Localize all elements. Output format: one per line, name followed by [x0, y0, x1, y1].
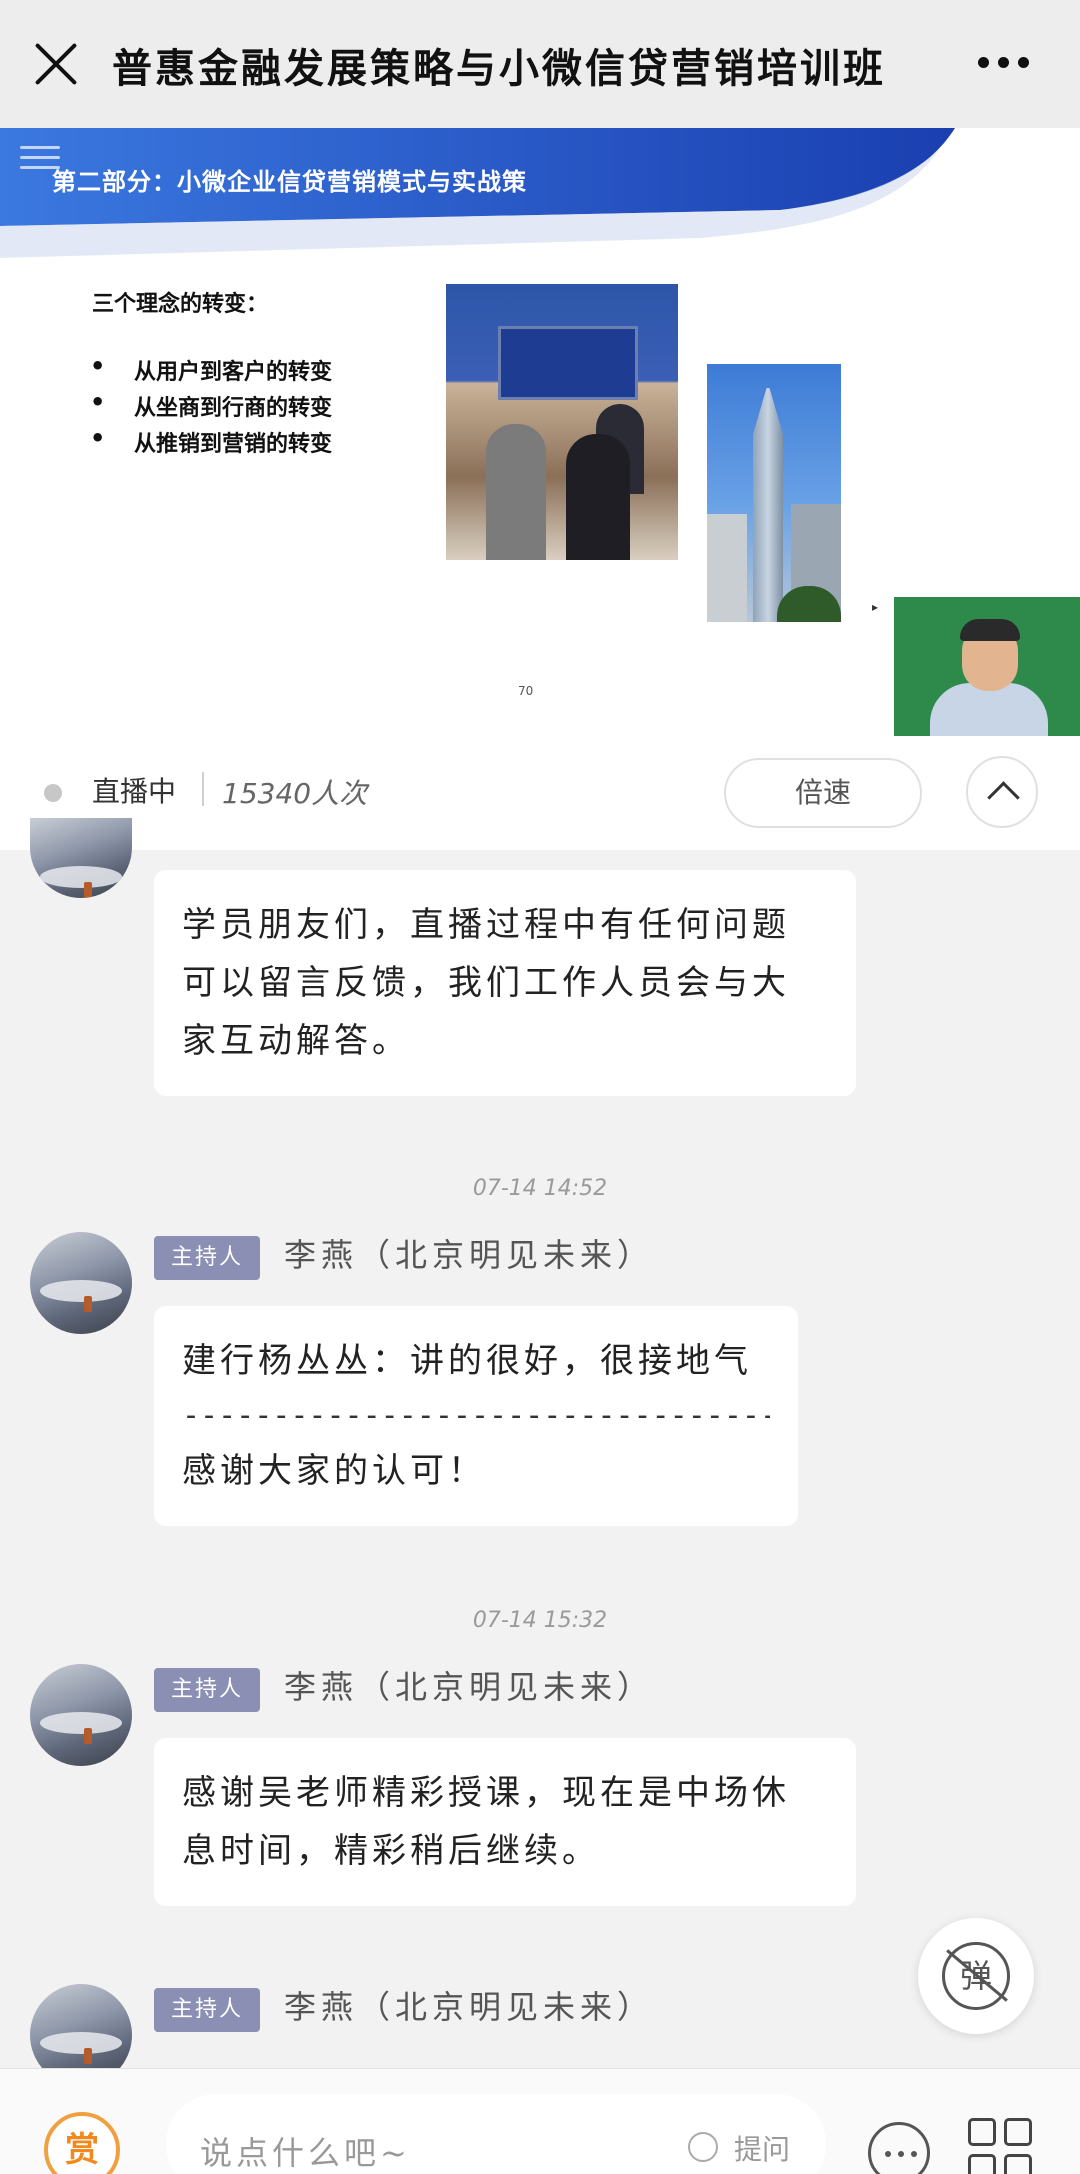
host-badge: 主持人: [154, 1668, 260, 1712]
slide-banner-title: 第二部分：小微企业信贷营销模式与实战策: [52, 168, 527, 196]
message-timestamp: 07-14 14:52: [472, 1176, 608, 1201]
more-dots-icon[interactable]: [978, 55, 1030, 71]
sender-name: 李燕（北京明见未来）: [284, 1236, 655, 1274]
ask-question-label[interactable]: 提问: [734, 2128, 790, 2168]
presenter-camera[interactable]: [894, 597, 1080, 736]
host-badge: 主持人: [154, 1236, 260, 1280]
page-title: 普惠金融发展策略与小微信贷营销培训班: [112, 45, 886, 92]
close-icon[interactable]: [30, 38, 82, 90]
message-line: 学员朋友们，直播过程中有任何问题: [182, 905, 790, 945]
message-divider: ---------------------------------------: [182, 1398, 770, 1433]
avatar[interactable]: [30, 1232, 132, 1334]
divider: [202, 772, 204, 806]
slide-bullet-list: 从用户到客户的转变 从坐商到行商的转变 从推销到营销的转变: [90, 352, 332, 462]
chat-bubble: 感谢吴老师精彩授课，现在是中场休 息时间，精彩稍后继续。: [154, 1738, 856, 1906]
chat-bubble: 学员朋友们，直播过程中有任何问题 可以留言反馈，我们工作人员会与大 家互动解答。: [154, 870, 856, 1096]
cursor-icon: ▸: [872, 600, 879, 614]
slide-heading: 三个理念的转变：: [92, 292, 269, 317]
message-line: 可以留言反馈，我们工作人员会与大: [182, 963, 790, 1003]
live-video-player[interactable]: 第二部分：小微企业信贷营销模式与实战策 三个理念的转变： 从用户到客户的转变 从…: [0, 128, 1080, 736]
sender-name: 李燕（北京明见未来）: [284, 1988, 655, 2026]
slide-bullet: 从坐商到行商的转变: [90, 388, 332, 426]
grid-icon[interactable]: [968, 2118, 1034, 2174]
live-status-label: 直播中: [92, 775, 177, 808]
danmu-toggle-button[interactable]: 弹: [918, 1918, 1034, 2034]
message-line: 息时间，精彩稍后继续。: [182, 1831, 600, 1871]
sender-name: 李燕（北京明见未来）: [284, 1668, 655, 1706]
message-line: 感谢吴老师精彩授课，现在是中场休: [182, 1773, 790, 1813]
slide-bullet: 从用户到客户的转变: [90, 352, 332, 390]
message-line: 感谢大家的认可！: [182, 1451, 486, 1491]
playback-speed-button[interactable]: 倍速: [724, 758, 922, 828]
avatar[interactable]: [30, 1664, 132, 1766]
message-line: 建行杨丛丛：讲的很好，很接地气: [182, 1341, 752, 1381]
slide-bullet: 从推销到营销的转变: [90, 424, 332, 462]
chevron-up-icon[interactable]: [966, 756, 1038, 828]
slide-page-number: 70: [518, 684, 534, 698]
avatar[interactable]: [30, 818, 132, 898]
live-indicator-icon: [44, 784, 62, 802]
chat-bubble: 建行杨丛丛：讲的很好，很接地气 ------------------------…: [154, 1306, 798, 1526]
viewer-count: 15340人次: [222, 777, 368, 810]
host-badge: 主持人: [154, 1988, 260, 2032]
title-bar: 普惠金融发展策略与小微信贷营销培训班: [0, 0, 1080, 128]
message-line: 家互动解答。: [182, 1021, 410, 1061]
slide-banner: [0, 128, 955, 258]
skyscraper-photo: [707, 364, 841, 622]
message-timestamp: 07-14 15:32: [472, 1608, 608, 1633]
comment-input-placeholder[interactable]: 说点什么吧~: [200, 2128, 411, 2174]
bank-counter-photo: [446, 284, 678, 560]
ask-question-radio[interactable]: [688, 2132, 718, 2162]
